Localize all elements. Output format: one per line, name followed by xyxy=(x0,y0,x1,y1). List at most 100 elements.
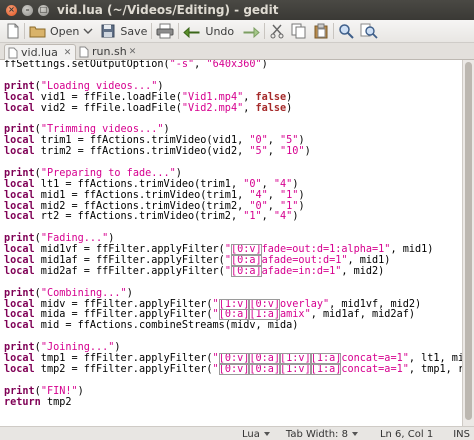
code-token: tmp2 xyxy=(40,396,72,408)
scrollbar-thumb[interactable] xyxy=(465,62,472,420)
code-token: overlay" xyxy=(280,298,330,310)
code-token: "4" xyxy=(273,211,293,223)
cursor-position: Ln 6, Col 1 xyxy=(379,428,434,440)
copy-icon xyxy=(291,23,306,39)
code-token: , xyxy=(261,178,274,190)
code-line: local vid2 = ffFile.loadFile("Vid2.mp4",… xyxy=(4,102,462,115)
code-token: local xyxy=(4,91,35,103)
code-token: false xyxy=(255,102,287,114)
tab-vid-lua[interactable]: vid.lua ✕ xyxy=(4,44,76,60)
code-token: local xyxy=(4,200,35,212)
status-bar: Lua Tab Width: 8 Ln 6, Col 1 INS xyxy=(0,426,474,440)
code-token: ) xyxy=(292,178,299,190)
code-token: mid2af = ffFilter.applyFilter( xyxy=(34,265,225,277)
vertical-scrollbar[interactable] xyxy=(462,60,474,426)
redo-button[interactable] xyxy=(242,21,260,41)
maximize-icon[interactable]: □ xyxy=(38,4,49,16)
stream-specifier-token: [0:a] xyxy=(230,265,262,277)
code-token: , mid2) xyxy=(341,265,385,277)
stream-specifier-token: [1:a] xyxy=(310,353,342,365)
close-icon[interactable]: × xyxy=(6,4,17,16)
find-replace-button[interactable] xyxy=(360,21,378,41)
stream-specifier-token: [0:a] xyxy=(249,353,281,365)
code-token: vid1 = ffFile.loadFile( xyxy=(34,91,182,103)
code-line: local mid = ffActions.combineStreams(mid… xyxy=(4,320,462,332)
undo-label: Undo xyxy=(205,24,235,38)
code-line: ffSettings.setOutputOption("-s", "640x36… xyxy=(4,60,462,71)
code-token: local xyxy=(4,298,35,310)
tab-close-icon[interactable]: ✕ xyxy=(63,48,72,58)
code-token: "Fading..." xyxy=(40,233,109,245)
undo-icon xyxy=(183,26,200,39)
code-token: " xyxy=(212,353,219,365)
code-token: trim2 = ffActions.trimVideo(vid2, xyxy=(34,146,250,158)
code-token: amix" xyxy=(280,309,311,321)
code-line: return tmp2 xyxy=(4,396,462,409)
tab-close-icon[interactable]: ✕ xyxy=(128,47,137,57)
code-token: ) xyxy=(261,60,268,70)
code-token: , xyxy=(243,91,256,103)
minimize-icon[interactable]: – xyxy=(22,4,33,16)
stream-specifier-token: [1:v] xyxy=(280,363,311,375)
code-token: , tmp1, rt2) xyxy=(408,363,462,375)
code-token: " xyxy=(212,363,219,375)
stream-specifier-token: [1:a] xyxy=(249,309,281,321)
toolbar-separator xyxy=(24,23,25,39)
code-token: lt1 = ffActions.trimVideo(trim1, xyxy=(34,178,244,190)
code-token: ffSettings.setOutputOption( xyxy=(4,60,170,70)
code-token: " xyxy=(212,298,219,310)
language-selector[interactable]: Lua xyxy=(242,429,270,440)
code-token: trim1 = ffActions.trimVideo(vid1, xyxy=(34,135,250,147)
code-token: ) xyxy=(286,91,293,103)
code-token: local xyxy=(4,244,35,256)
code-token: "0" xyxy=(243,178,262,190)
code-token: "1" xyxy=(280,200,299,212)
file-icon xyxy=(8,47,18,58)
open-label: Open xyxy=(50,24,80,38)
paste-button[interactable] xyxy=(313,21,329,41)
code-token: local xyxy=(4,189,35,201)
new-document-button[interactable] xyxy=(6,21,20,41)
tab-run-sh[interactable]: run.sh ✕ xyxy=(76,44,140,59)
chevron-down-icon[interactable] xyxy=(82,26,94,36)
code-token: "Preparing to fade..." xyxy=(40,167,176,179)
open-button[interactable]: Open xyxy=(29,21,94,41)
find-button[interactable] xyxy=(338,21,354,41)
code-token: local xyxy=(4,146,35,158)
tab-width-selector[interactable]: Tab Width: 8 xyxy=(286,429,358,440)
toolbar-separator xyxy=(333,23,335,39)
code-token: midv = ffFilter.applyFilter( xyxy=(34,298,213,310)
code-token: local xyxy=(4,211,35,223)
code-token: mid1 = ffActions.trimVideo(trim1, xyxy=(34,189,250,201)
code-token: , xyxy=(243,102,256,114)
code-token: , xyxy=(267,146,281,158)
stream-specifier-token: [0:v] xyxy=(218,363,250,375)
code-token: concat=a=1" xyxy=(341,363,409,375)
code-token: mid1vf = ffFilter.applyFilter( xyxy=(34,244,225,256)
code-token: ) xyxy=(292,211,299,223)
stream-specifier-token: [0:v] xyxy=(218,353,250,365)
code-token: false xyxy=(255,91,287,103)
code-token: vid2 = ffFile.loadFile( xyxy=(34,102,182,114)
chevron-down-icon xyxy=(351,432,358,436)
copy-button[interactable] xyxy=(291,21,307,41)
code-token: afade=in:d=1" xyxy=(261,265,342,277)
undo-button[interactable]: Undo xyxy=(183,21,234,41)
stream-specifier-token: [0:v] xyxy=(230,244,262,256)
find-replace-icon xyxy=(360,23,378,39)
toolbar-separator xyxy=(178,23,180,39)
save-button[interactable]: Save xyxy=(100,21,147,41)
cut-button[interactable] xyxy=(269,21,285,41)
tab-width-label: Tab Width: 8 xyxy=(285,428,348,440)
code-token: ) xyxy=(298,189,305,201)
code-token: "0" xyxy=(249,135,268,147)
print-button[interactable] xyxy=(156,21,174,41)
code-token: print xyxy=(4,167,35,179)
code-token: local xyxy=(4,102,35,114)
code-editor[interactable]: ffSettings.setOutputOption("-s", "640x36… xyxy=(0,60,462,426)
cut-icon xyxy=(270,24,284,39)
stream-specifier-token: [0:v] xyxy=(249,298,281,310)
code-token: , xyxy=(267,200,281,212)
toolbar-separator xyxy=(264,23,266,39)
code-token: rt2 = ffActions.trimVideo(trim2, xyxy=(34,211,244,223)
